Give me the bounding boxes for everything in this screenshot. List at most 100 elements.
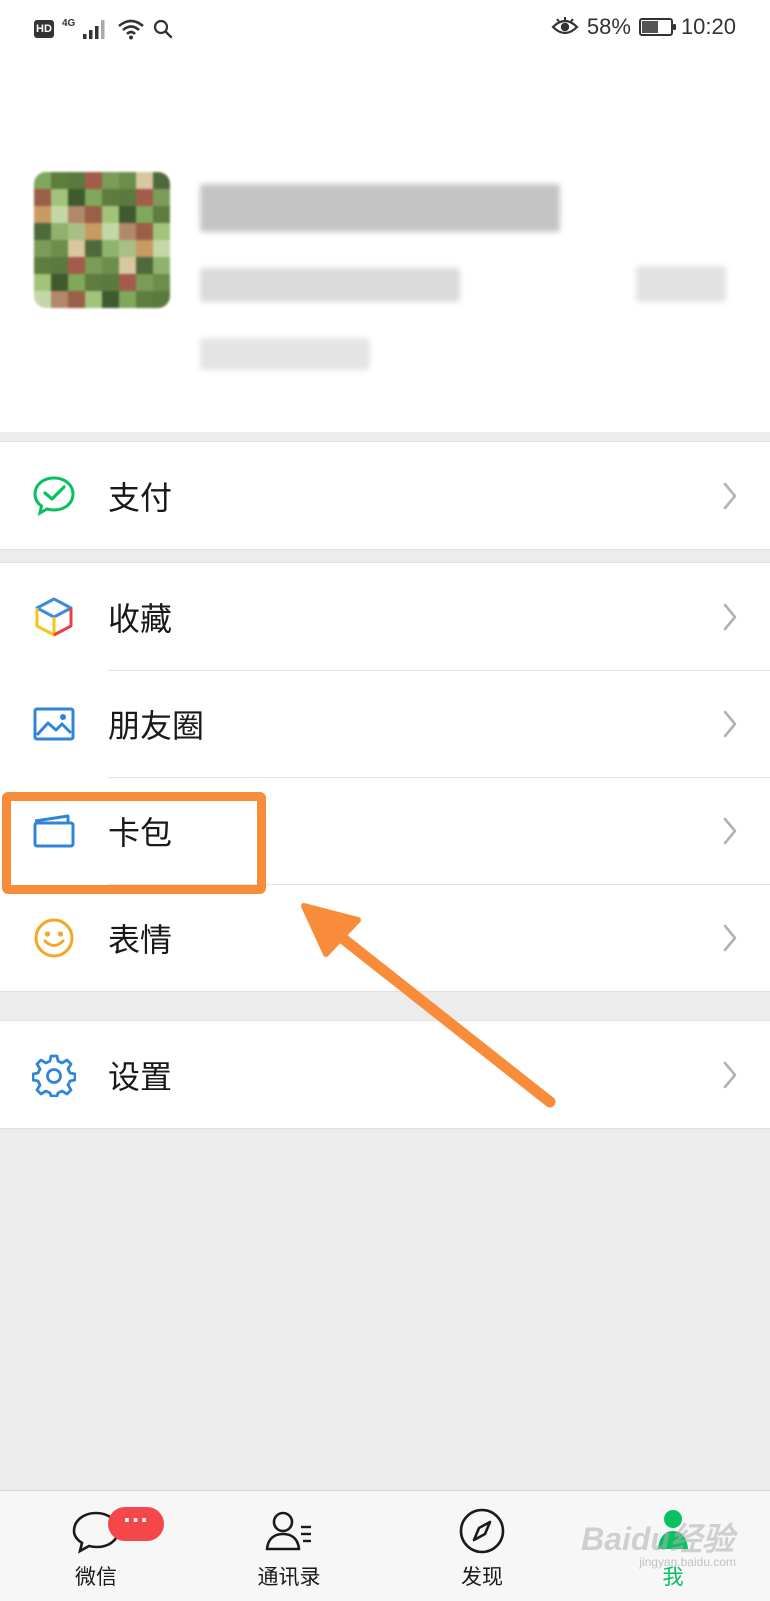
- avatar-pixel: [34, 240, 51, 257]
- network-type: 4G: [62, 17, 76, 29]
- avatar-pixel: [68, 240, 85, 257]
- avatar-pixel: [34, 172, 51, 189]
- eye-icon: [551, 17, 579, 35]
- avatar-pixel: [51, 257, 68, 274]
- wifi-icon: [118, 19, 145, 40]
- avatar-pixel: [51, 240, 68, 257]
- avatar-pixel: [136, 240, 153, 257]
- avatar-pixel: [153, 291, 170, 308]
- watermark: Baidu经验: [581, 1521, 734, 1557]
- avatar-pixel: [119, 274, 136, 291]
- menu-label-pay: 支付: [108, 478, 173, 517]
- avatar-pixel: [136, 291, 153, 308]
- avatar-pixel: [85, 257, 102, 274]
- unread-badge: ···: [108, 1507, 164, 1541]
- menu-label-stickers: 表情: [108, 920, 173, 959]
- annotation-highlight-box: [2, 792, 266, 894]
- avatar-pixel: [102, 223, 119, 240]
- avatar-pixel: [51, 274, 68, 291]
- group-features: 收藏 朋友圈 卡包 表情: [0, 562, 770, 992]
- avatar-pixel: [34, 206, 51, 223]
- menu-item-pay[interactable]: 支付: [0, 442, 770, 549]
- avatar-pixel: [68, 257, 85, 274]
- status-right: 58% 10:20: [551, 14, 736, 40]
- avatar-pixel: [153, 274, 170, 291]
- avatar-pixel: [34, 223, 51, 240]
- tab-discover[interactable]: 发现: [412, 1491, 552, 1601]
- status-blurred[interactable]: [200, 338, 370, 370]
- avatar-pixel: [85, 240, 102, 257]
- clock: 10:20: [680, 14, 736, 39]
- profile-header[interactable]: [0, 60, 770, 432]
- avatar-pixel: [119, 189, 136, 206]
- avatar-pixel: [119, 257, 136, 274]
- chevron-right-icon: [723, 710, 737, 737]
- avatar-pixel: [136, 274, 153, 291]
- tab-label-discover: 发现: [461, 1565, 503, 1589]
- tab-contacts[interactable]: 通讯录: [219, 1491, 359, 1601]
- avatar-pixel: [68, 291, 85, 308]
- avatar-pixel: [119, 172, 136, 189]
- menu-item-moments[interactable]: 朋友圈: [0, 670, 770, 777]
- avatar-pixel: [102, 257, 119, 274]
- compass-icon: [459, 1508, 505, 1554]
- avatar-pixel: [119, 240, 136, 257]
- avatar-pixel: [85, 206, 102, 223]
- group-pay: 支付: [0, 441, 770, 550]
- chevron-right-icon: [723, 1061, 737, 1088]
- menu-item-stickers[interactable]: 表情: [0, 884, 770, 991]
- avatar-pixel: [85, 274, 102, 291]
- avatar-pixel: [136, 189, 153, 206]
- avatar-pixel: [136, 172, 153, 189]
- avatar-pixel: [153, 172, 170, 189]
- avatar-pixel: [68, 206, 85, 223]
- avatar-pixel: [51, 291, 68, 308]
- nickname-blurred: [200, 184, 560, 232]
- avatar-pixel: [85, 189, 102, 206]
- status-left: HD 4G: [34, 18, 173, 40]
- chevron-right-icon: [723, 603, 737, 630]
- avatar-pixel: [153, 206, 170, 223]
- watermark-url: jingyan.baidu.com: [639, 1555, 736, 1569]
- qr-code-blurred[interactable]: [636, 266, 726, 302]
- favorites-cube-icon: [35, 597, 73, 636]
- avatar-pixel: [153, 189, 170, 206]
- avatar-pixel: [136, 223, 153, 240]
- menu-label-favorites: 收藏: [108, 599, 173, 638]
- moments-image-icon: [33, 707, 75, 740]
- avatar-pixel: [68, 223, 85, 240]
- avatar-pixel: [51, 189, 68, 206]
- avatar-pixel: [51, 223, 68, 240]
- avatar-pixel: [34, 189, 51, 206]
- menu-item-settings[interactable]: 设置: [0, 1021, 770, 1128]
- group-settings: 设置: [0, 1020, 770, 1129]
- chevron-right-icon: [723, 924, 737, 951]
- avatar-pixel: [85, 172, 102, 189]
- status-bar: HD 4G 58% 10:20: [0, 0, 770, 60]
- menu-label-settings: 设置: [108, 1057, 173, 1096]
- stickers-smiley-icon: [34, 918, 74, 957]
- wechat-id-blurred: [200, 268, 460, 302]
- avatar-pixel: [153, 223, 170, 240]
- avatar[interactable]: [34, 172, 170, 308]
- pay-icon: [33, 475, 75, 516]
- avatar-pixel: [153, 240, 170, 257]
- chevron-right-icon: [723, 817, 737, 844]
- avatar-pixel: [119, 223, 136, 240]
- avatar-pixel: [136, 206, 153, 223]
- avatar-pixel: [153, 257, 170, 274]
- battery-percent: 58%: [586, 14, 631, 39]
- avatar-pixel: [102, 172, 119, 189]
- menu-label-moments: 朋友圈: [108, 706, 205, 745]
- tab-chats[interactable]: ··· 微信: [26, 1491, 166, 1601]
- menu-item-favorites[interactable]: 收藏: [0, 563, 770, 670]
- settings-gear-icon: [32, 1054, 76, 1097]
- avatar-pixel: [68, 172, 85, 189]
- avatar-pixel: [34, 257, 51, 274]
- avatar-pixel: [102, 240, 119, 257]
- battery-icon: [638, 18, 676, 36]
- avatar-pixel: [85, 291, 102, 308]
- avatar-pixel: [102, 206, 119, 223]
- tab-label-contacts: 通讯录: [257, 1565, 321, 1589]
- avatar-pixel: [136, 257, 153, 274]
